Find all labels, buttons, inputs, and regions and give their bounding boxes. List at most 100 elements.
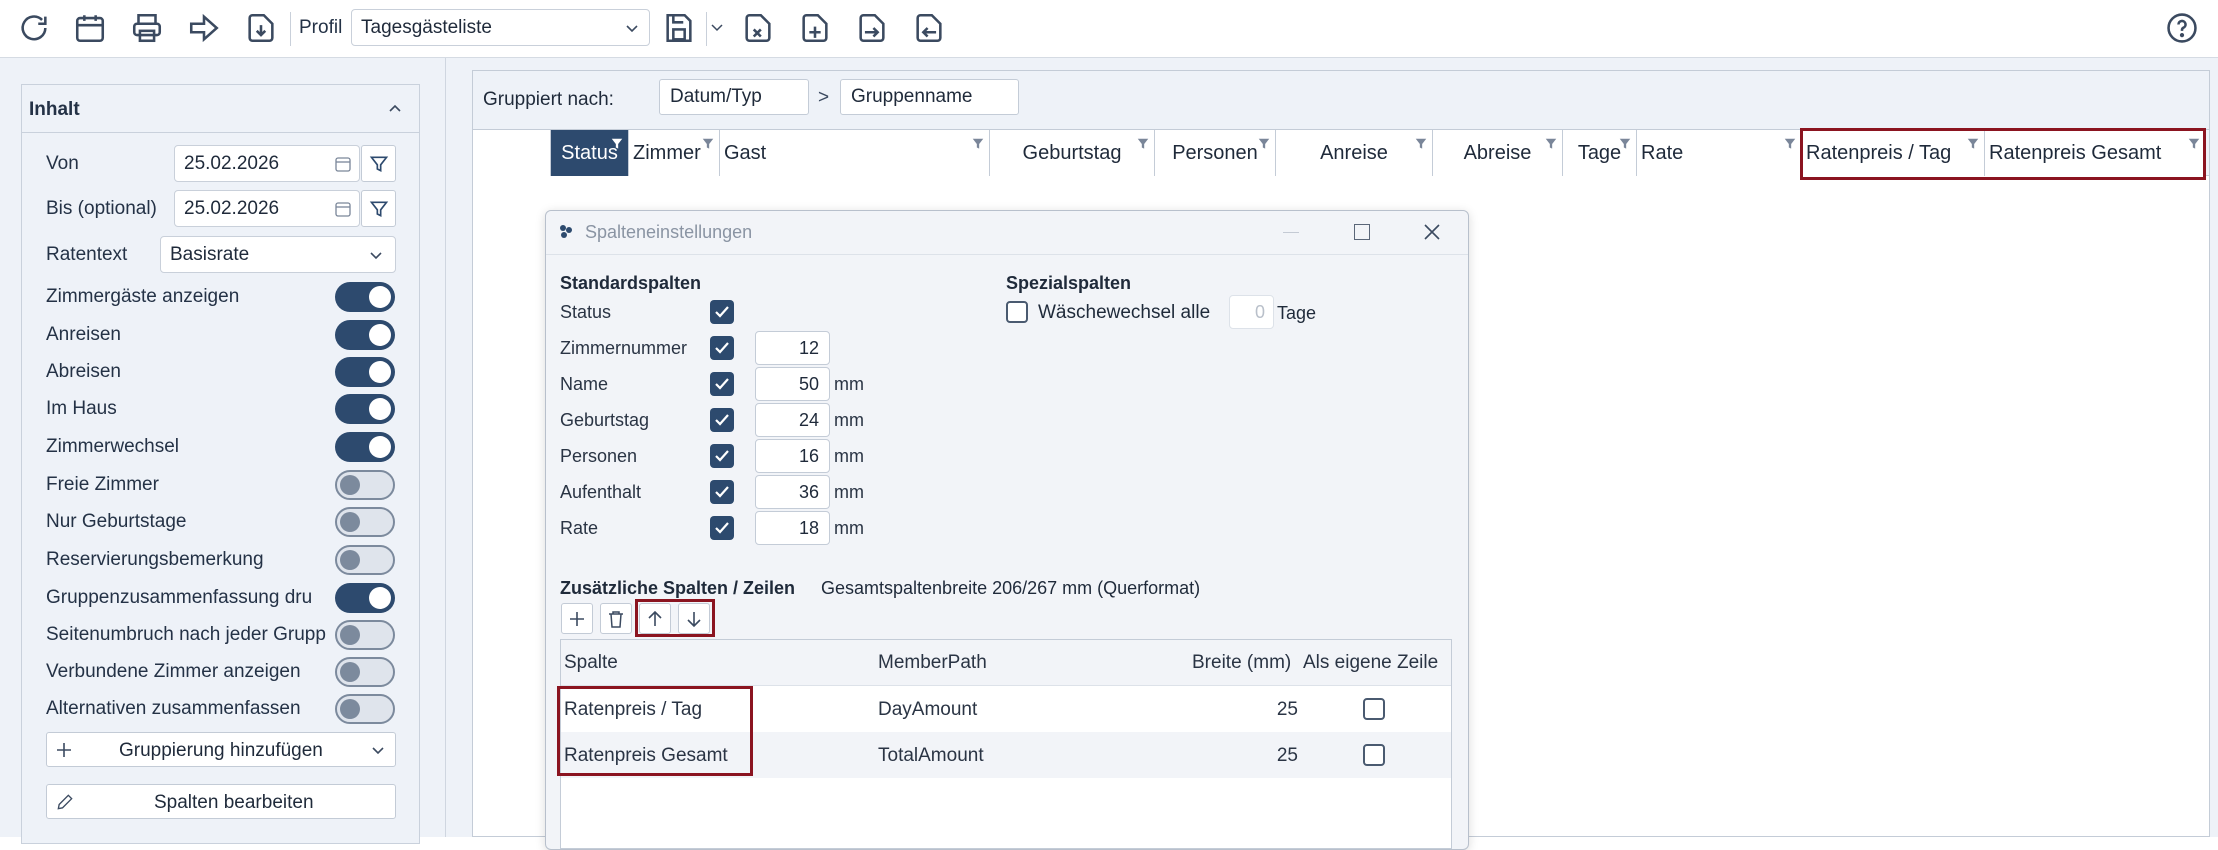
standard-column-checkbox[interactable]	[710, 408, 734, 432]
download-icon[interactable]	[239, 8, 283, 48]
trash-icon	[609, 611, 623, 628]
waeschewechsel-input[interactable]: 0	[1229, 295, 1274, 329]
file-remove-icon[interactable]	[736, 8, 780, 48]
toggle-switch[interactable]	[335, 694, 395, 724]
profile-label: Profil	[299, 17, 343, 38]
column-width-input[interactable]: 18	[755, 511, 830, 545]
standard-column-checkbox[interactable]	[710, 480, 734, 504]
column-width-input[interactable]: 36	[755, 475, 830, 509]
help-icon[interactable]	[2160, 8, 2204, 48]
column-header[interactable]: Gast	[720, 130, 990, 176]
delete-row-button[interactable]	[600, 603, 632, 634]
filter-icon[interactable]	[1618, 136, 1632, 152]
toggle-switch[interactable]	[335, 320, 395, 350]
column-header[interactable]: Rate	[1637, 130, 1802, 176]
toggle-switch[interactable]	[335, 620, 395, 650]
toggle-label: Freie Zimmer	[46, 474, 159, 495]
standard-column-checkbox[interactable]	[710, 516, 734, 540]
profile-select[interactable]: Tagesgästeliste	[351, 9, 650, 46]
standard-column-label: Name	[560, 374, 609, 394]
filter-icon[interactable]	[610, 136, 624, 152]
toggle-switch[interactable]	[335, 394, 395, 424]
close-icon[interactable]	[1423, 223, 1441, 241]
own-row-checkbox[interactable]	[1363, 744, 1385, 766]
maximize-icon[interactable]	[1354, 224, 1370, 240]
column-width-input[interactable]: 12	[755, 331, 830, 365]
toggle-switch[interactable]	[335, 657, 395, 687]
file-import-icon[interactable]	[850, 8, 894, 48]
column-header[interactable]: Anreise	[1276, 130, 1433, 176]
column-header[interactable]: Zimmer	[629, 130, 720, 176]
calendar-icon[interactable]	[335, 201, 351, 217]
column-header[interactable]: Abreise	[1433, 130, 1563, 176]
forward-arrow-icon[interactable]	[182, 8, 226, 48]
add-row-button[interactable]	[561, 603, 593, 634]
own-row-checkbox[interactable]	[1363, 698, 1385, 720]
filter-icon[interactable]	[1783, 136, 1797, 152]
filter-icon[interactable]	[1257, 136, 1271, 152]
ratentext-select[interactable]: Basisrate	[160, 236, 396, 273]
group-chip-datum[interactable]: Datum/Typ	[659, 79, 809, 115]
filter-icon[interactable]	[1136, 136, 1150, 152]
column-header[interactable]: Tage	[1563, 130, 1637, 176]
filter-icon[interactable]	[1544, 136, 1558, 152]
save-dropdown-icon[interactable]	[711, 24, 723, 32]
column-width-input[interactable]: 50	[755, 367, 830, 401]
standard-column-checkbox[interactable]	[710, 372, 734, 396]
toggle-switch[interactable]	[335, 470, 395, 500]
group-chip-label: Datum/Typ	[670, 86, 762, 107]
unit-label: mm	[834, 374, 864, 394]
calendar-icon[interactable]	[335, 156, 351, 172]
dialog-title: Spalteneinstellungen	[585, 222, 753, 242]
plus-icon	[570, 612, 584, 626]
filter-icon[interactable]	[1414, 136, 1428, 152]
file-add-icon[interactable]	[793, 8, 837, 48]
column-header[interactable]: Personen	[1155, 130, 1276, 176]
standard-column-checkbox[interactable]	[710, 300, 734, 324]
print-icon[interactable]	[125, 8, 169, 48]
group-chip-label: Gruppenname	[851, 86, 973, 107]
table-cell-breite: 25	[1276, 699, 1298, 720]
save-icon[interactable]	[657, 8, 701, 48]
filter-icon[interactable]	[971, 136, 985, 152]
table-header-memberpath[interactable]: MemberPath	[878, 652, 987, 674]
toggle-switch[interactable]	[335, 432, 395, 462]
table-header-eigene-zeile[interactable]: Als eigene Zeile	[1303, 652, 1438, 674]
refresh-icon[interactable]	[12, 8, 56, 48]
calendar-icon[interactable]	[68, 8, 112, 48]
filter-icon[interactable]	[701, 136, 715, 152]
toggle-switch[interactable]	[335, 545, 395, 575]
add-grouping-button[interactable]: Gruppierung hinzufügen	[46, 732, 396, 767]
column-header[interactable]: Status	[551, 130, 629, 176]
toggle-switch[interactable]	[335, 357, 395, 387]
filter-icon	[369, 201, 389, 218]
bis-date-input[interactable]: 25.02.2026	[174, 190, 360, 227]
bis-filter-button[interactable]	[361, 190, 396, 227]
toggle-switch[interactable]	[335, 507, 395, 537]
toggle-switch[interactable]	[335, 583, 395, 613]
chevron-down-icon	[370, 252, 382, 260]
column-width-input[interactable]: 16	[755, 439, 830, 473]
bis-label: Bis (optional)	[46, 198, 157, 219]
group-chip-gruppenname[interactable]: Gruppenname	[840, 79, 1019, 115]
minimize-icon[interactable]	[1283, 232, 1299, 233]
von-date-value: 25.02.2026	[184, 152, 280, 174]
file-export-icon[interactable]	[907, 8, 951, 48]
chevron-up-icon[interactable]	[388, 103, 402, 113]
edit-columns-button[interactable]: Spalten bearbeiten	[46, 784, 396, 819]
standard-column-label: Status	[560, 302, 612, 322]
column-header[interactable]: Geburtstag	[990, 130, 1155, 176]
column-width-input[interactable]: 24	[755, 403, 830, 437]
waeschewechsel-checkbox[interactable]	[1006, 301, 1028, 323]
table-header-spalte[interactable]: Spalte	[564, 652, 618, 674]
von-filter-button[interactable]	[361, 145, 396, 182]
von-date-input[interactable]: 25.02.2026	[174, 145, 360, 182]
table-header-breite[interactable]: Breite (mm)	[1192, 652, 1291, 674]
standard-column-label: Aufenthalt	[560, 482, 642, 502]
toggle-label: Seitenumbruch nach jeder Grupp	[46, 624, 326, 645]
pencil-icon	[57, 794, 73, 810]
standard-column-checkbox[interactable]	[710, 336, 734, 360]
standard-column-checkbox[interactable]	[710, 444, 734, 468]
add-grouping-label: Gruppierung hinzufügen	[119, 740, 323, 761]
toggle-switch[interactable]	[335, 282, 395, 312]
